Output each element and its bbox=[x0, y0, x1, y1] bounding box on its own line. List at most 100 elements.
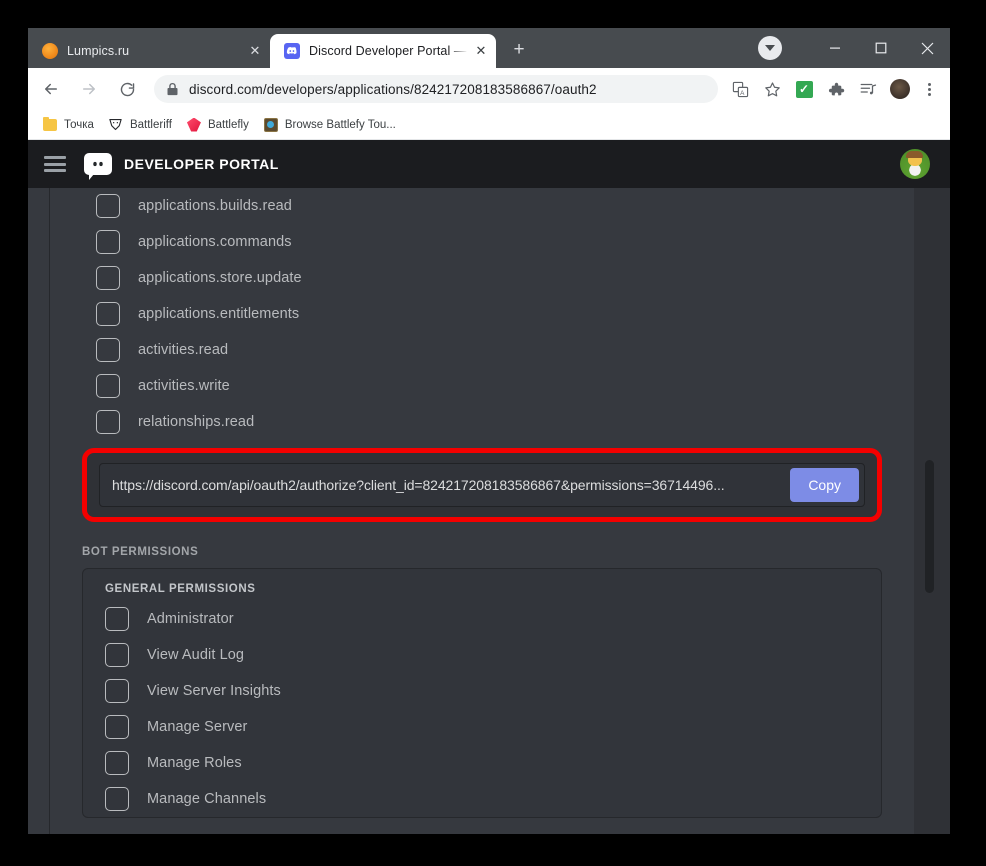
page-title: DEVELOPER PORTAL bbox=[124, 156, 279, 172]
close-icon[interactable]: ✕ bbox=[470, 40, 492, 62]
browser-toolbar: discord.com/developers/applications/8242… bbox=[28, 68, 950, 110]
permission-label: Manage Roles bbox=[147, 755, 242, 771]
permission-label: Manage Server bbox=[147, 719, 248, 735]
permission-label: Manage Channels bbox=[147, 791, 267, 807]
back-icon[interactable] bbox=[35, 73, 67, 105]
permission-row[interactable]: Manage Channels bbox=[83, 781, 881, 817]
scope-label: relationships.read bbox=[138, 414, 255, 430]
discord-logo-icon bbox=[84, 153, 112, 180]
checkbox[interactable] bbox=[96, 338, 120, 362]
battleriff-icon bbox=[108, 117, 124, 133]
folder-icon bbox=[42, 116, 58, 133]
checkbox[interactable] bbox=[96, 266, 120, 290]
checkbox[interactable] bbox=[105, 679, 129, 703]
bookmarks-bar: Точка Battleriff Battlefly Browse Battle… bbox=[28, 110, 950, 140]
browser-tab-discord-developer-portal[interactable]: Discord Developer Portal — My A ✕ bbox=[270, 34, 496, 68]
checkbox[interactable] bbox=[105, 607, 129, 631]
permission-label: View Audit Log bbox=[147, 647, 245, 663]
window-controls bbox=[758, 28, 950, 68]
checkbox[interactable] bbox=[105, 787, 129, 811]
bookmark-label: Battlefly bbox=[207, 118, 249, 131]
permission-row[interactable]: View Server Insights bbox=[83, 673, 881, 709]
developer-portal-body: applications.builds.read applications.co… bbox=[28, 188, 950, 834]
scope-label: applications.builds.read bbox=[138, 198, 292, 214]
user-avatar[interactable] bbox=[900, 149, 930, 179]
hamburger-menu-icon[interactable] bbox=[44, 156, 66, 172]
general-permissions-heading: GENERAL PERMISSIONS bbox=[105, 583, 256, 595]
bookmark-item[interactable]: Browse Battlefy Tou... bbox=[261, 114, 404, 136]
permission-row[interactable]: View Audit Log bbox=[83, 637, 881, 673]
permission-label: Administrator bbox=[147, 611, 234, 627]
checkbox[interactable] bbox=[105, 715, 129, 739]
checkbox[interactable] bbox=[96, 374, 120, 398]
generated-url-field[interactable]: https://discord.com/api/oauth2/authorize… bbox=[99, 463, 865, 507]
checkbox[interactable] bbox=[105, 751, 129, 775]
close-icon[interactable]: ✕ bbox=[244, 40, 266, 62]
checkbox[interactable] bbox=[96, 194, 120, 218]
developer-portal-header: DEVELOPER PORTAL bbox=[28, 140, 950, 188]
page-viewport: DEVELOPER PORTAL applications.builds.rea… bbox=[28, 140, 950, 834]
checkbox[interactable] bbox=[96, 302, 120, 326]
battlefly-icon bbox=[186, 117, 202, 133]
scope-row[interactable]: activities.read bbox=[76, 332, 888, 368]
scope-row[interactable]: applications.entitlements bbox=[76, 296, 888, 332]
content-inner: applications.builds.read applications.co… bbox=[50, 188, 914, 818]
bookmark-item[interactable]: Battleriff bbox=[106, 114, 180, 136]
reload-icon[interactable] bbox=[111, 73, 143, 105]
scope-label: activities.read bbox=[138, 342, 229, 358]
generated-url-text: https://discord.com/api/oauth2/authorize… bbox=[112, 477, 725, 493]
bookmark-star-icon[interactable] bbox=[759, 76, 785, 102]
browser-window: Lumpics.ru ✕ Discord Developer Portal — … bbox=[28, 28, 950, 834]
checkbox[interactable] bbox=[96, 230, 120, 254]
scope-label: applications.commands bbox=[138, 234, 292, 250]
bookmark-label: Battleriff bbox=[129, 118, 172, 131]
bookmark-label: Точка bbox=[64, 118, 94, 131]
tab-title: Discord Developer Portal — My A bbox=[309, 44, 468, 58]
bookmark-item[interactable]: Battlefly bbox=[184, 114, 257, 136]
extension-check-icon[interactable]: ✓ bbox=[791, 76, 817, 102]
checkbox[interactable] bbox=[96, 410, 120, 434]
url-text: discord.com/developers/applications/8242… bbox=[189, 81, 597, 97]
page-scrollbar-thumb[interactable] bbox=[925, 460, 934, 593]
media-list-icon[interactable] bbox=[855, 76, 881, 102]
translate-icon[interactable]: A bbox=[727, 76, 753, 102]
battlefy-tournament-icon bbox=[263, 117, 279, 133]
scope-label: activities.write bbox=[138, 378, 230, 394]
scope-row[interactable]: activities.write bbox=[76, 368, 888, 404]
bot-permissions-heading: BOT PERMISSIONS bbox=[82, 546, 199, 558]
page-scrollbar-track[interactable] bbox=[914, 188, 950, 834]
extensions-puzzle-icon[interactable] bbox=[823, 76, 849, 102]
chrome-menu-icon[interactable] bbox=[916, 76, 942, 102]
scope-row[interactable]: applications.commands bbox=[76, 224, 888, 260]
browser-profile-avatar[interactable] bbox=[887, 76, 913, 102]
close-button[interactable] bbox=[904, 28, 950, 68]
oauth-scopes-list: applications.builds.read applications.co… bbox=[76, 188, 888, 440]
new-tab-button[interactable]: + bbox=[504, 35, 534, 65]
discord-icon bbox=[284, 43, 300, 59]
svg-text:A: A bbox=[740, 89, 745, 96]
scope-row[interactable]: applications.builds.read bbox=[76, 188, 888, 224]
permission-row[interactable]: Manage Roles bbox=[83, 745, 881, 781]
minimize-button[interactable] bbox=[812, 28, 858, 68]
generated-url-section: https://discord.com/api/oauth2/authorize… bbox=[76, 448, 888, 522]
profile-chip-icon[interactable] bbox=[758, 36, 782, 60]
scope-row[interactable]: relationships.read bbox=[76, 404, 888, 440]
permission-row[interactable]: Administrator bbox=[83, 601, 881, 637]
tab-strip: Lumpics.ru ✕ Discord Developer Portal — … bbox=[28, 28, 950, 68]
address-bar[interactable]: discord.com/developers/applications/8242… bbox=[154, 75, 718, 103]
scope-row[interactable]: applications.store.update bbox=[76, 260, 888, 296]
maximize-button[interactable] bbox=[858, 28, 904, 68]
sidebar-rail bbox=[28, 188, 50, 834]
orange-circle-icon bbox=[42, 43, 58, 59]
permission-row[interactable]: Manage Server bbox=[83, 709, 881, 745]
tab-title: Lumpics.ru bbox=[67, 44, 130, 58]
copy-button[interactable]: Copy bbox=[790, 468, 859, 502]
checkbox[interactable] bbox=[105, 643, 129, 667]
forward-icon[interactable] bbox=[73, 73, 105, 105]
scope-label: applications.entitlements bbox=[138, 306, 300, 322]
bookmark-item[interactable]: Точка bbox=[40, 114, 102, 136]
browser-tab-lumpics[interactable]: Lumpics.ru ✕ bbox=[28, 34, 270, 68]
red-highlight-box: https://discord.com/api/oauth2/authorize… bbox=[82, 448, 882, 522]
main-content: applications.builds.read applications.co… bbox=[50, 188, 914, 834]
bookmark-label: Browse Battlefy Tou... bbox=[284, 118, 396, 131]
